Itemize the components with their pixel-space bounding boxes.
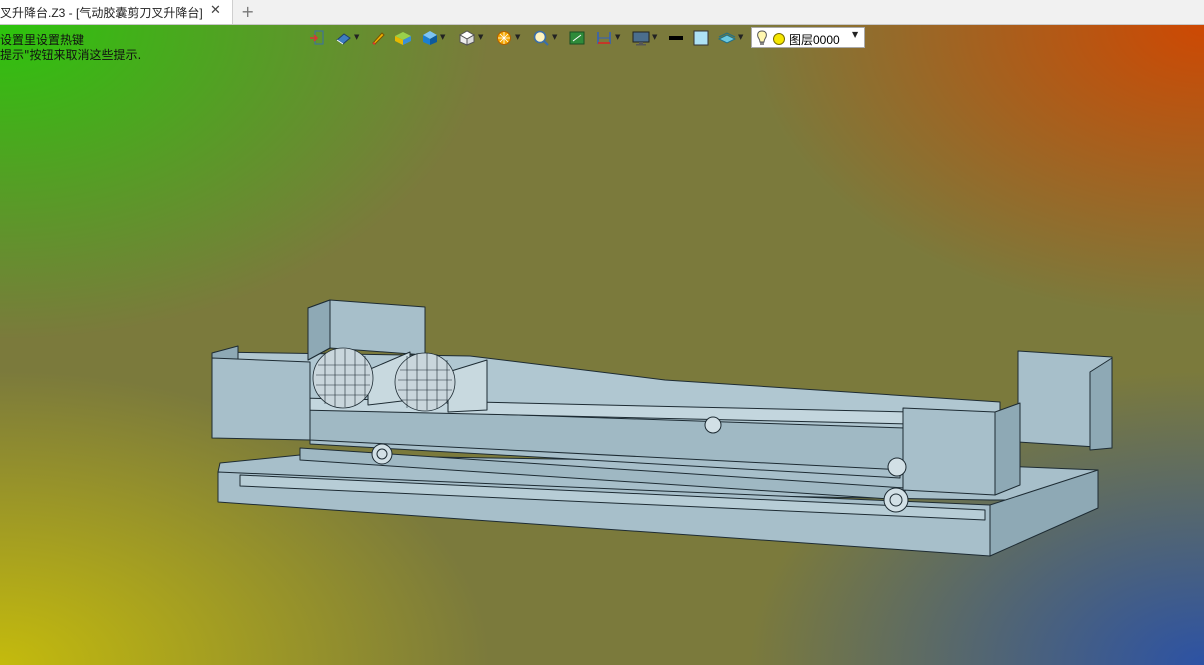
scissor-lift-model[interactable] [0, 0, 1204, 665]
left-end-front [211, 357, 311, 441]
right-front-box [902, 407, 996, 496]
cad-window: 叉升降台.Z3 - [气动胶囊剪刀叉升降台] ✕ + 设置里设置热键 提示"按钮… [0, 0, 1204, 665]
airbag-2 [394, 352, 456, 412]
pivot-bolt-1 [704, 416, 722, 434]
right-front-box-side [994, 402, 1021, 496]
airbag-1 [312, 347, 374, 409]
right-top-box-side [1089, 357, 1113, 451]
left-top-box-side [307, 299, 331, 361]
pivot-bolt-2 [887, 457, 907, 477]
